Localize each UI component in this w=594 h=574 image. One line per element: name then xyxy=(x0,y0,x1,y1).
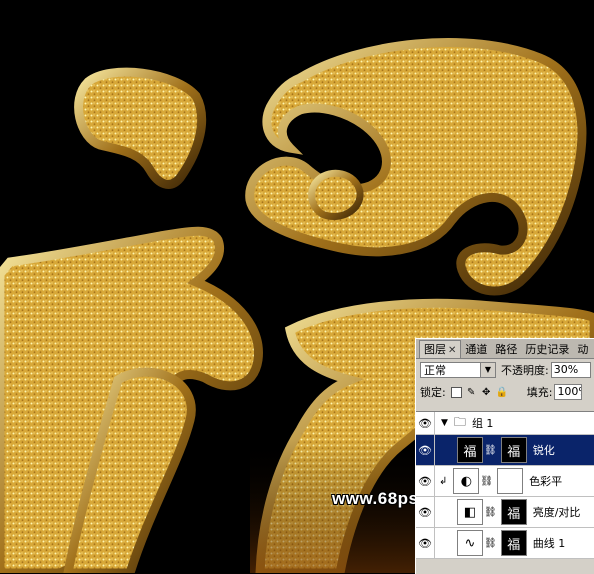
mask-thumbnail xyxy=(497,468,524,494)
lock-icons: ✎ ✥ 🔒 xyxy=(450,386,508,398)
mask-glyph: 福 xyxy=(507,444,521,460)
panel-tabbar: 图层 ✕ 通道 路径 历史记录 动 xyxy=(416,339,594,359)
blend-mode-value: 正常 xyxy=(424,364,446,377)
link-icon[interactable]: ⛓ xyxy=(484,507,497,518)
layer-name: 组 1 xyxy=(471,417,494,430)
opacity-label: 不透明度: xyxy=(501,364,549,377)
stroke-scroll xyxy=(245,38,587,296)
eye-icon[interactable]: 👁 xyxy=(416,528,435,558)
lock-transparency-icon[interactable] xyxy=(450,386,462,398)
layer-row[interactable]: 👁 ∿ ⛓ 福 曲线 1 xyxy=(416,528,594,559)
link-icon[interactable]: ⛓ xyxy=(480,476,493,487)
layer-name: 色彩平 xyxy=(529,475,563,488)
layer-row[interactable]: 👁 ◧ ⛓ 福 亮度/对比 xyxy=(416,497,594,528)
lock-all-icon[interactable]: 🔒 xyxy=(496,387,508,398)
layer-group-row[interactable]: 👁 ▼ 🗀 组 1 xyxy=(416,412,594,435)
folder-icon: 🗀 xyxy=(453,414,466,429)
mask-thumbnail: 福 xyxy=(500,530,527,556)
eye-icon[interactable]: 👁 xyxy=(416,466,435,496)
layer-list: 👁 ▼ 🗀 组 1 👁 福 ⛓ 福 锐化 👁 ↲ ◐ ⛓ 色彩平 👁 ◧ ⛓ 福… xyxy=(416,411,594,559)
mask-thumbnail: 福 xyxy=(500,437,527,463)
lock-move-icon[interactable]: ✥ xyxy=(481,387,492,398)
link-icon[interactable]: ⛓ xyxy=(484,538,497,549)
stroke-curl xyxy=(308,169,364,220)
tab-history[interactable]: 历史记录 xyxy=(521,341,573,358)
lock-label: 锁定: xyxy=(420,386,446,399)
fill-label: 填充: xyxy=(526,386,553,399)
eye-icon[interactable]: 👁 xyxy=(416,435,435,465)
adjustment-icon: ◐ xyxy=(453,468,480,494)
layer-name: 亮度/对比 xyxy=(532,506,581,519)
layers-panel: 图层 ✕ 通道 路径 历史记录 动 正常 ▼ 不透明度: 30% 锁定: ✎ ✥ … xyxy=(415,338,594,574)
lock-brush-icon[interactable]: ✎ xyxy=(466,387,477,398)
triangle-down-icon[interactable]: ▼ xyxy=(441,418,448,428)
layer-row-selected[interactable]: 👁 福 ⛓ 福 锐化 xyxy=(416,435,594,466)
thumbnail-glyph: 福 xyxy=(463,444,477,460)
curves-icon: ∿ xyxy=(457,530,483,556)
mask-glyph: 福 xyxy=(507,537,521,553)
tab-layers[interactable]: 图层 ✕ xyxy=(419,340,462,358)
lock-row: 锁定: ✎ ✥ 🔒 填充: 100% xyxy=(416,381,594,403)
tab-channels[interactable]: 通道 xyxy=(461,341,491,358)
layer-name: 锐化 xyxy=(532,444,555,457)
close-icon[interactable]: ✕ xyxy=(448,345,456,356)
layer-row[interactable]: 👁 ↲ ◐ ⛓ 色彩平 xyxy=(416,466,594,497)
blend-mode-select[interactable]: 正常 ▼ xyxy=(420,362,496,378)
opacity-input[interactable]: 30% xyxy=(550,362,591,378)
clip-arrow-icon: ↲ xyxy=(439,475,448,487)
blend-row: 正常 ▼ 不透明度: 30% xyxy=(416,359,594,381)
fill-input[interactable]: 100% xyxy=(554,384,583,400)
mask-thumbnail: 福 xyxy=(500,499,527,525)
eye-icon[interactable]: 👁 xyxy=(416,497,435,527)
eye-icon[interactable]: 👁 xyxy=(416,412,435,434)
layer-name: 曲线 1 xyxy=(532,537,566,550)
tab-layers-label: 图层 xyxy=(424,343,446,356)
layer-thumbnail: 福 xyxy=(457,437,483,463)
stroke-dot xyxy=(74,67,207,189)
tab-actions[interactable]: 动 xyxy=(573,341,592,358)
tab-paths[interactable]: 路径 xyxy=(491,341,521,358)
chevron-down-icon[interactable]: ▼ xyxy=(480,363,495,377)
link-icon[interactable]: ⛓ xyxy=(484,445,497,456)
mask-glyph: 福 xyxy=(507,506,521,522)
adjustment-icon: ◧ xyxy=(457,499,483,525)
